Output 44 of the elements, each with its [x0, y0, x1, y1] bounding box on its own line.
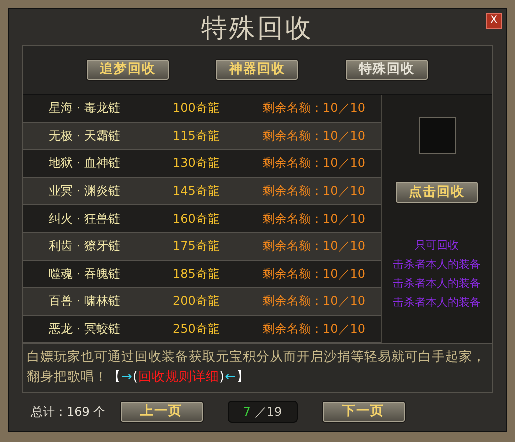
item-quota: 剩余名额：10／10: [263, 183, 366, 200]
item-quota: 剩余名额：10／10: [263, 128, 366, 145]
item-price: 100奇龍: [173, 100, 221, 118]
item-quota: 剩余名额：10／10: [263, 238, 366, 256]
hint-text: 只可回收: [415, 238, 459, 253]
item-price: 185奇龍: [173, 266, 221, 283]
item-name: 百兽 · 啸林链: [48, 293, 122, 310]
item-price: 115奇龍: [173, 128, 221, 145]
item-price: 160奇龍: [173, 210, 221, 228]
item-price: 145奇龍: [173, 183, 221, 200]
next-page-button[interactable]: 下一页: [322, 401, 406, 424]
item-name: 地狱 · 血神链: [48, 155, 122, 172]
item-name: 星海 · 毒龙链: [48, 100, 122, 118]
item-price: 175奇龍: [173, 238, 221, 256]
item-quota: 剩余名额：10／10: [263, 266, 366, 283]
hint-text: 击杀者本人的装备: [393, 276, 481, 291]
item-quota: 剩余名额：10／10: [263, 321, 366, 338]
info-paragraph: 白嫖玩家也可通过回收装备获取元宝积分从而开启沙捐等轻易就可白手起家，翻身把歌唱！【→(回收规则详细)←】: [23, 343, 492, 392]
item-quota: 剩余名额：10／10: [263, 210, 366, 228]
item-quota: 剩余名额：10／10: [263, 100, 366, 118]
tab[interactable]: 神器回收: [215, 59, 300, 81]
rule-link[interactable]: 回收规则详细: [138, 370, 220, 386]
item-quota: 剩余名额：10／10: [263, 155, 366, 172]
hint-text: 击杀者本人的装备: [393, 257, 481, 272]
item-name: 纠火 · 狂兽链: [48, 210, 122, 228]
tab[interactable]: 特殊回收: [345, 59, 430, 81]
item-price: 250奇龍: [173, 321, 221, 338]
item-name: 业冥 · 渊炎链: [48, 183, 122, 200]
item-price: 130奇龍: [173, 155, 221, 172]
item-name: 噬魂 · 吞魄链: [48, 266, 122, 283]
item-price: 200奇龍: [173, 293, 221, 310]
window-title: 特殊回收: [202, 16, 314, 42]
total-count: 总计：169 个: [31, 404, 106, 422]
item-name: 利齿 · 獠牙链: [48, 238, 122, 256]
item-quota: 剩余名额：10／10: [263, 293, 366, 310]
close-button[interactable]: X: [486, 13, 502, 29]
recycle-button[interactable]: 点击回收: [395, 181, 479, 204]
tab[interactable]: 追梦回收: [86, 59, 170, 81]
prev-page-button[interactable]: 上一页: [120, 401, 204, 424]
hint-text: 击杀者本人的装备: [393, 295, 481, 310]
page-indicator: 7 ／19: [228, 401, 298, 424]
item-name: 无极 · 天霸链: [48, 128, 122, 145]
item-name: 恶龙 · 冥蛟链: [48, 321, 122, 338]
item-slot[interactable]: [418, 117, 456, 154]
